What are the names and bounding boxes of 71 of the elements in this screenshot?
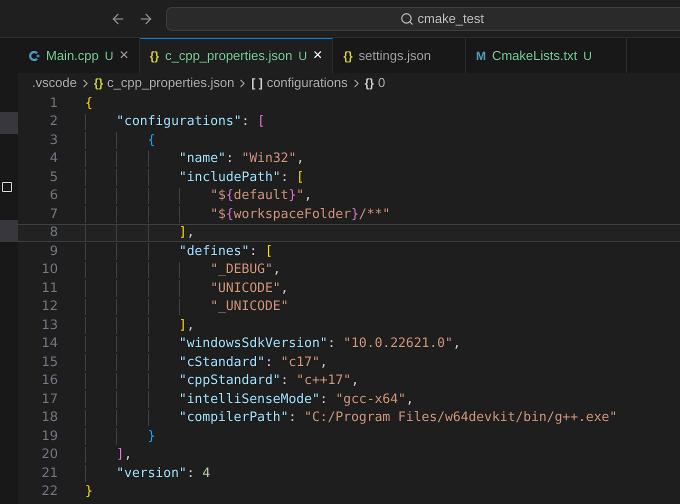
line-number: 4 — [48, 150, 58, 168]
line-number: 3 — [48, 132, 58, 150]
code-line: } — [85, 484, 93, 500]
line-number: 16 — [40, 372, 58, 390]
line-number: 7 — [48, 206, 58, 224]
editor-tab[interactable]: {} c_cpp_properties.json U × — [140, 38, 334, 73]
code-line: "${default}", — [85, 188, 312, 204]
code-line: { — [85, 95, 93, 112]
line-number: 12 — [40, 298, 58, 316]
code-line: ], — [85, 317, 195, 334]
line-number: 6 — [48, 187, 58, 205]
line-number: 15 — [40, 354, 58, 372]
line-number: 5 — [48, 168, 58, 186]
line-number: 17 — [40, 390, 58, 408]
line-number: 20 — [40, 446, 58, 464]
breadcrumb-item[interactable]: configurations — [266, 73, 348, 93]
tab-label: c_cpp_properties.json — [165, 47, 292, 66]
code-line: } — [85, 428, 156, 444]
code-line: "defines": [ — [85, 243, 273, 260]
line-number: 10 — [40, 261, 58, 279]
line-number: 9 — [48, 242, 58, 260]
line-number: 19 — [40, 428, 58, 446]
git-status: U — [298, 48, 307, 65]
breadcrumb-item[interactable]: 0 — [378, 73, 386, 93]
close-button[interactable]: × — [312, 48, 322, 64]
cpp-file-icon — [28, 50, 40, 62]
code-line: ], — [85, 446, 132, 463]
code-line: "windowsSdkVersion": "10.0.22621.0", — [85, 336, 461, 352]
tab-label: CmakeLists.txt — [492, 46, 578, 65]
code-line: "_DEBUG", — [85, 262, 281, 278]
git-status: U — [104, 48, 114, 64]
file-icon: {} — [150, 47, 160, 65]
file-icon: M — [476, 46, 486, 64]
line-number: 11 — [40, 280, 58, 298]
git-status: U — [583, 48, 592, 64]
symbol-icon: {} — [94, 74, 104, 92]
search-text: cmake_test — [418, 10, 484, 28]
line-number: 21 — [40, 464, 58, 482]
breadcrumb-item[interactable]: .vscode — [32, 73, 77, 93]
code-line: "intelliSenseMode": "gcc-x64", — [85, 391, 414, 408]
code-line: "version": 4 — [85, 465, 210, 482]
line-number: 18 — [40, 409, 58, 427]
code-line: ], — [85, 224, 195, 241]
symbol-icon: [ ] — [251, 74, 263, 92]
line-number: 14 — [40, 335, 58, 353]
breadcrumb-item[interactable]: c_cpp_properties.json — [107, 73, 234, 93]
code-line: "${workspaceFolder}/**" — [85, 206, 390, 222]
line-number: 13 — [40, 316, 58, 334]
code-line: "_UNICODE" — [85, 298, 288, 315]
code-line: { — [85, 132, 156, 148]
forward-icon[interactable] — [138, 10, 154, 26]
code-line: "name": "Win32", — [85, 150, 304, 167]
code-line: "includePath": [ — [85, 169, 304, 186]
tab-label: Main.cpp — [46, 46, 99, 65]
code-line: "cppStandard": "c++17", — [85, 372, 359, 389]
code-line: "cStandard": "c17", — [85, 354, 328, 370]
code-line: "configurations": [ — [85, 114, 266, 130]
line-number: 22 — [40, 483, 58, 501]
line-number: 8 — [48, 224, 58, 242]
line-number: 2 — [48, 113, 58, 131]
tab-label: settings.json — [358, 46, 431, 65]
symbol-icon: {} — [364, 74, 374, 92]
line-number: 1 — [48, 94, 58, 112]
code-line: "compilerPath": "C:/Program Files/w64devkit/bin/g++.exe" — [85, 410, 618, 426]
search-icon — [400, 12, 414, 26]
window-icon — [2, 182, 12, 192]
code-line: "UNICODE", — [85, 280, 288, 296]
back-icon[interactable] — [110, 10, 126, 26]
search-field[interactable]: cmake_test — [166, 6, 680, 30]
close-button[interactable]: × — [119, 48, 129, 64]
file-icon: {} — [343, 46, 353, 64]
